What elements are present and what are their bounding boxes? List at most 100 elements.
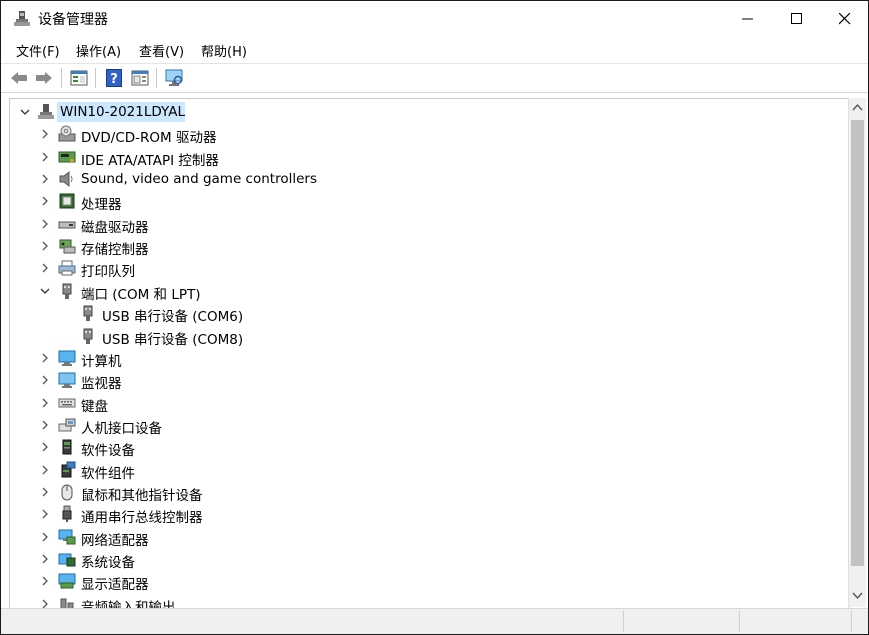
- device-tree[interactable]: WIN10-2021LDYAL DVD/CD-ROM 驱动器 IDE ATA/AT…: [9, 98, 850, 609]
- tree-category[interactable]: 软件设备: [10, 436, 849, 459]
- tree-category[interactable]: 端口 (COM 和 LPT): [10, 280, 849, 303]
- minimize-icon: [742, 18, 753, 19]
- storage-controller-icon: [59, 239, 76, 254]
- chevron-right-icon[interactable]: [39, 240, 51, 252]
- port-icon: [62, 283, 72, 299]
- tree-category-label: 软件组件: [81, 466, 135, 482]
- status-segment: [851, 611, 852, 632]
- toolbar-separator: [61, 68, 62, 88]
- svg-text:?: ?: [110, 72, 118, 87]
- tree-category[interactable]: 打印队列: [10, 257, 849, 280]
- tree-category[interactable]: 监视器: [10, 369, 849, 392]
- tree-device-label: USB 串行设备 (COM6): [102, 309, 244, 325]
- properties-button[interactable]: [68, 67, 90, 89]
- toolbar-separator: [95, 68, 96, 88]
- tree-category[interactable]: 人机接口设备: [10, 414, 849, 437]
- network-adapter-icon: [58, 529, 76, 545]
- tree-category-label: 键盘: [81, 399, 108, 415]
- tree-category-label: 显示适配器: [81, 577, 149, 593]
- chevron-right-icon[interactable]: [39, 553, 51, 565]
- tree-category-label: 网络适配器: [81, 533, 149, 549]
- tree-device[interactable]: USB 串行设备 (COM6): [10, 302, 849, 325]
- tree-device-label: USB 串行设备 (COM8): [102, 332, 244, 348]
- tree-category-label: 磁盘驱动器: [81, 220, 149, 236]
- maximize-button[interactable]: [774, 1, 820, 36]
- chevron-right-icon[interactable]: [39, 486, 51, 498]
- update-driver-button[interactable]: [129, 67, 151, 89]
- chevron-right-icon[interactable]: [39, 128, 51, 140]
- tree-category[interactable]: 软件组件: [10, 459, 849, 482]
- system-device-icon: [58, 553, 76, 567]
- hid-icon: [58, 418, 76, 432]
- chevron-right-icon[interactable]: [39, 173, 51, 185]
- chevron-down-icon[interactable]: [19, 106, 31, 118]
- chevron-right-icon[interactable]: [39, 508, 51, 520]
- scan-hardware-button[interactable]: [163, 67, 185, 89]
- tree-category[interactable]: 键盘: [10, 392, 849, 415]
- tree-category[interactable]: 磁盘驱动器: [10, 213, 849, 236]
- software-component-icon: [61, 461, 76, 478]
- tree-category[interactable]: 网络适配器: [10, 526, 849, 549]
- speaker-icon: [59, 170, 73, 188]
- close-button[interactable]: [822, 1, 868, 36]
- tree-device[interactable]: USB 串行设备 (COM8): [10, 325, 849, 348]
- tree-category-label: Sound, video and game controllers: [81, 171, 317, 187]
- tree-category[interactable]: Sound, video and game controllers: [10, 168, 849, 190]
- chevron-right-icon[interactable]: [39, 464, 51, 476]
- scroll-down-icon[interactable]: [852, 592, 863, 600]
- tree-category[interactable]: 显示适配器: [10, 570, 849, 593]
- root-label: WIN10-2021LDYAL: [60, 104, 185, 120]
- properties-icon: [70, 70, 88, 86]
- tree-category[interactable]: 计算机: [10, 347, 849, 370]
- chevron-right-icon[interactable]: [39, 441, 51, 453]
- chevron-right-icon[interactable]: [39, 575, 51, 587]
- chevron-right-icon[interactable]: [39, 262, 51, 274]
- chevron-right-icon[interactable]: [39, 397, 51, 409]
- tree-category-label: 监视器: [81, 376, 122, 392]
- tree-category[interactable]: DVD/CD-ROM 驱动器: [10, 123, 849, 146]
- toolbar-separator: [156, 68, 157, 88]
- tree-category-label: 计算机: [81, 354, 122, 370]
- chevron-right-icon[interactable]: [39, 419, 51, 431]
- scrollbar-thumb[interactable]: [851, 120, 864, 566]
- menu-file[interactable]: 文件(F): [16, 41, 60, 60]
- tree-category[interactable]: 通用串行总线控制器: [10, 503, 849, 526]
- tree-category[interactable]: 鼠标和其他指针设备: [10, 481, 849, 504]
- tree-category[interactable]: 系统设备: [10, 548, 849, 571]
- help-button[interactable]: ?: [103, 67, 125, 89]
- tree-category-label: DVD/CD-ROM 驱动器: [81, 130, 217, 146]
- chevron-down-icon[interactable]: [39, 285, 51, 297]
- software-device-icon: [62, 439, 72, 455]
- chevron-right-icon[interactable]: [39, 531, 51, 543]
- scroll-up-icon[interactable]: [852, 103, 863, 111]
- back-button[interactable]: [8, 67, 30, 89]
- tree-category-label: 系统设备: [81, 555, 135, 571]
- device-manager-window: 设备管理器 文件(F) 操作(A) 查看(V) 帮助(H) ? WIN10-20…: [0, 0, 869, 635]
- chevron-right-icon[interactable]: [39, 352, 51, 364]
- tree-category[interactable]: IDE ATA/ATAPI 控制器: [10, 146, 849, 169]
- tree-category[interactable]: 音频输入和输出: [10, 593, 849, 608]
- tree-category-label: 打印队列: [81, 264, 135, 280]
- chevron-right-icon[interactable]: [39, 374, 51, 386]
- display-adapter-icon: [58, 573, 76, 589]
- forward-button[interactable]: [33, 67, 55, 89]
- maximize-icon: [791, 12, 802, 24]
- menu-action[interactable]: 操作(A): [76, 41, 121, 60]
- forward-arrow-icon: [36, 72, 52, 84]
- menu-help[interactable]: 帮助(H): [201, 41, 247, 60]
- menu-bar: 文件(F) 操作(A) 查看(V) 帮助(H): [1, 39, 868, 61]
- menu-view[interactable]: 查看(V): [139, 41, 184, 60]
- port-icon: [83, 305, 93, 321]
- minimize-button[interactable]: [725, 1, 771, 36]
- tree-root[interactable]: WIN10-2021LDYAL: [10, 101, 849, 123]
- audio-io-icon: [60, 598, 74, 608]
- tree-category-label: 存储控制器: [81, 242, 149, 258]
- tree-category[interactable]: 处理器: [10, 190, 849, 213]
- chevron-right-icon[interactable]: [39, 151, 51, 163]
- chevron-right-icon[interactable]: [39, 218, 51, 230]
- update-driver-icon: [131, 70, 149, 86]
- chevron-right-icon[interactable]: [39, 195, 51, 207]
- vertical-scrollbar[interactable]: [848, 98, 866, 607]
- tree-category[interactable]: 存储控制器: [10, 235, 849, 258]
- toolbar: ?: [1, 63, 868, 93]
